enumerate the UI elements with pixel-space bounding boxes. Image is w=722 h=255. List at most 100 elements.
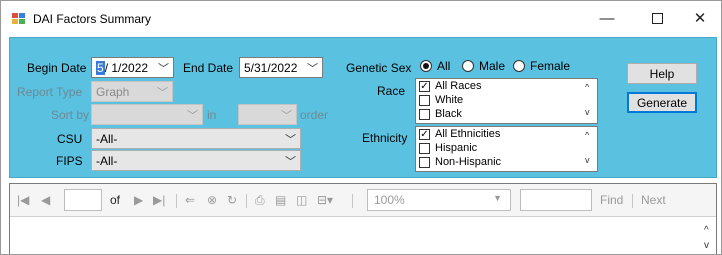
sex-radio-male-label: Male	[479, 59, 506, 73]
ethnicity-item-label: All Ethnicities	[435, 128, 501, 140]
ethnicity-scrollbar[interactable]: ^ v	[581, 127, 597, 171]
checkbox-checked-icon: ✓	[419, 80, 430, 92]
stop-icon[interactable]: ⊗	[207, 193, 217, 207]
race-item-black[interactable]: Black	[416, 107, 597, 121]
toolbar-divider	[246, 194, 247, 208]
sex-radio-female[interactable]: Female	[513, 59, 570, 73]
page-of-label: of	[110, 193, 121, 207]
checkbox-icon	[419, 156, 430, 168]
race-item-label: White	[435, 94, 464, 106]
report-scrollbar[interactable]: ^ v	[700, 217, 716, 254]
ethnicity-checklist[interactable]: ✓ All Ethnicities Hispanic Non-Hispanic ^…	[415, 126, 598, 172]
report-type-label: Report Type	[17, 85, 83, 99]
sort-by-select[interactable]: ﹀	[91, 104, 203, 125]
close-icon: ✕	[693, 10, 707, 27]
title-bar: DAI Factors Summary — ✕	[1, 1, 721, 37]
find-input[interactable]	[520, 189, 592, 211]
print-layout-icon[interactable]: ▤	[275, 193, 286, 207]
help-button[interactable]: Help	[627, 63, 697, 84]
last-page-icon[interactable]: ▶|	[153, 193, 165, 207]
chevron-down-icon: ﹀	[187, 110, 198, 122]
chevron-down-icon: ▼	[493, 193, 502, 203]
close-button[interactable]: ✕	[677, 1, 721, 35]
radio-unselected-icon	[513, 60, 525, 72]
checkbox-checked-icon: ✓	[419, 128, 430, 140]
chevron-down-icon: ﹀	[285, 156, 296, 168]
end-date-label: End Date	[183, 61, 234, 75]
chevron-down-icon: ﹀	[157, 87, 168, 99]
generate-button[interactable]: Generate	[627, 92, 697, 113]
current-page-input[interactable]	[64, 189, 102, 211]
chevron-down-icon: ﹀	[158, 63, 169, 75]
radio-unselected-icon	[462, 60, 474, 72]
find-link[interactable]: Find	[600, 193, 623, 207]
chevron-up-icon[interactable]: ^	[704, 225, 709, 236]
zoom-value: 100%	[374, 193, 405, 207]
checkbox-icon	[419, 142, 430, 154]
sex-radio-all-label: All	[437, 59, 451, 73]
prev-page-icon[interactable]: ◀	[41, 193, 50, 207]
sort-order-select[interactable]: ﹀	[238, 104, 297, 125]
csu-select[interactable]: -All- ﹀	[91, 128, 301, 149]
next-link[interactable]: Next	[641, 193, 666, 207]
minimize-icon: —	[599, 9, 615, 27]
chevron-down-icon: ﹀	[281, 110, 292, 122]
filter-panel: Begin Date 5/ 1/2022 ﹀ End Date 5/31/202…	[9, 37, 717, 178]
next-page-icon[interactable]: ▶	[134, 193, 143, 207]
sort-in-label: in	[207, 108, 217, 122]
fips-select[interactable]: -All- ﹀	[91, 150, 301, 171]
first-page-icon[interactable]: |◀	[17, 193, 29, 207]
ethnicity-item-label: Non-Hispanic	[435, 156, 502, 168]
race-item-all[interactable]: ✓ All Races	[416, 79, 597, 93]
toolbar-divider	[176, 194, 177, 208]
page-setup-icon[interactable]: ◫	[296, 193, 307, 207]
window-title: DAI Factors Summary	[33, 12, 152, 26]
end-date-picker[interactable]: 5/31/2022 ﹀	[239, 57, 323, 78]
begin-date-month: 5	[96, 61, 105, 75]
report-viewer: |◀ ◀ of ▶ ▶| ⇐ ⊗ ↻ ⎙ ▤ ◫ ⊟▾ 100% ▼ Find …	[9, 183, 717, 254]
chevron-up-icon[interactable]: ^	[585, 130, 589, 140]
app-icon	[12, 13, 26, 25]
sex-radio-male[interactable]: Male	[462, 59, 505, 73]
ethnicity-label: Ethnicity	[362, 131, 408, 145]
export-icon[interactable]: ⊟▾	[317, 193, 333, 207]
fips-label: FIPS	[56, 154, 83, 168]
print-icon[interactable]: ⎙	[255, 193, 265, 208]
window: DAI Factors Summary — ✕ Begin Date 5/ 1/…	[0, 0, 722, 255]
maximize-button[interactable]	[634, 1, 680, 35]
zoom-select[interactable]: 100% ▼	[367, 189, 511, 211]
chevron-down-icon: ﹀	[307, 63, 318, 75]
checkbox-icon	[419, 108, 430, 120]
ethnicity-item-all[interactable]: ✓ All Ethnicities	[416, 127, 597, 141]
toolbar-divider	[632, 194, 633, 208]
report-type-select[interactable]: Graph ﹀	[91, 81, 173, 102]
chevron-down-icon[interactable]: v	[585, 107, 590, 117]
race-item-label: Black	[435, 108, 462, 120]
begin-date-rest: / 1/2022	[104, 61, 149, 75]
end-date-value: 5/31/2022	[244, 61, 298, 75]
ethnicity-item-hispanic[interactable]: Hispanic	[416, 141, 597, 155]
sex-radio-female-label: Female	[530, 59, 571, 73]
csu-label: CSU	[57, 132, 83, 146]
race-scrollbar[interactable]: ^ v	[581, 79, 597, 123]
genetic-sex-label: Genetic Sex	[346, 61, 412, 75]
csu-value: -All-	[96, 132, 118, 146]
chevron-down-icon[interactable]: v	[704, 240, 709, 251]
begin-date-picker[interactable]: 5/ 1/2022 ﹀	[91, 57, 174, 78]
back-icon[interactable]: ⇐	[185, 193, 195, 207]
race-item-label: All Races	[435, 80, 482, 92]
checkbox-icon	[419, 94, 430, 106]
refresh-icon[interactable]: ↻	[227, 193, 237, 207]
race-item-white[interactable]: White	[416, 93, 597, 107]
race-label: Race	[377, 84, 406, 98]
sort-order-label: order	[300, 108, 329, 122]
ethnicity-item-label: Hispanic	[435, 142, 478, 154]
chevron-up-icon[interactable]: ^	[585, 82, 589, 92]
begin-date-label: Begin Date	[27, 61, 87, 75]
sex-radio-all[interactable]: All	[420, 59, 450, 73]
sort-by-label: Sort by	[51, 108, 90, 122]
minimize-button[interactable]: —	[584, 1, 630, 35]
race-checklist[interactable]: ✓ All Races White Black ^ v	[415, 78, 598, 124]
chevron-down-icon[interactable]: v	[585, 155, 590, 165]
ethnicity-item-non-hispanic[interactable]: Non-Hispanic	[416, 155, 597, 169]
